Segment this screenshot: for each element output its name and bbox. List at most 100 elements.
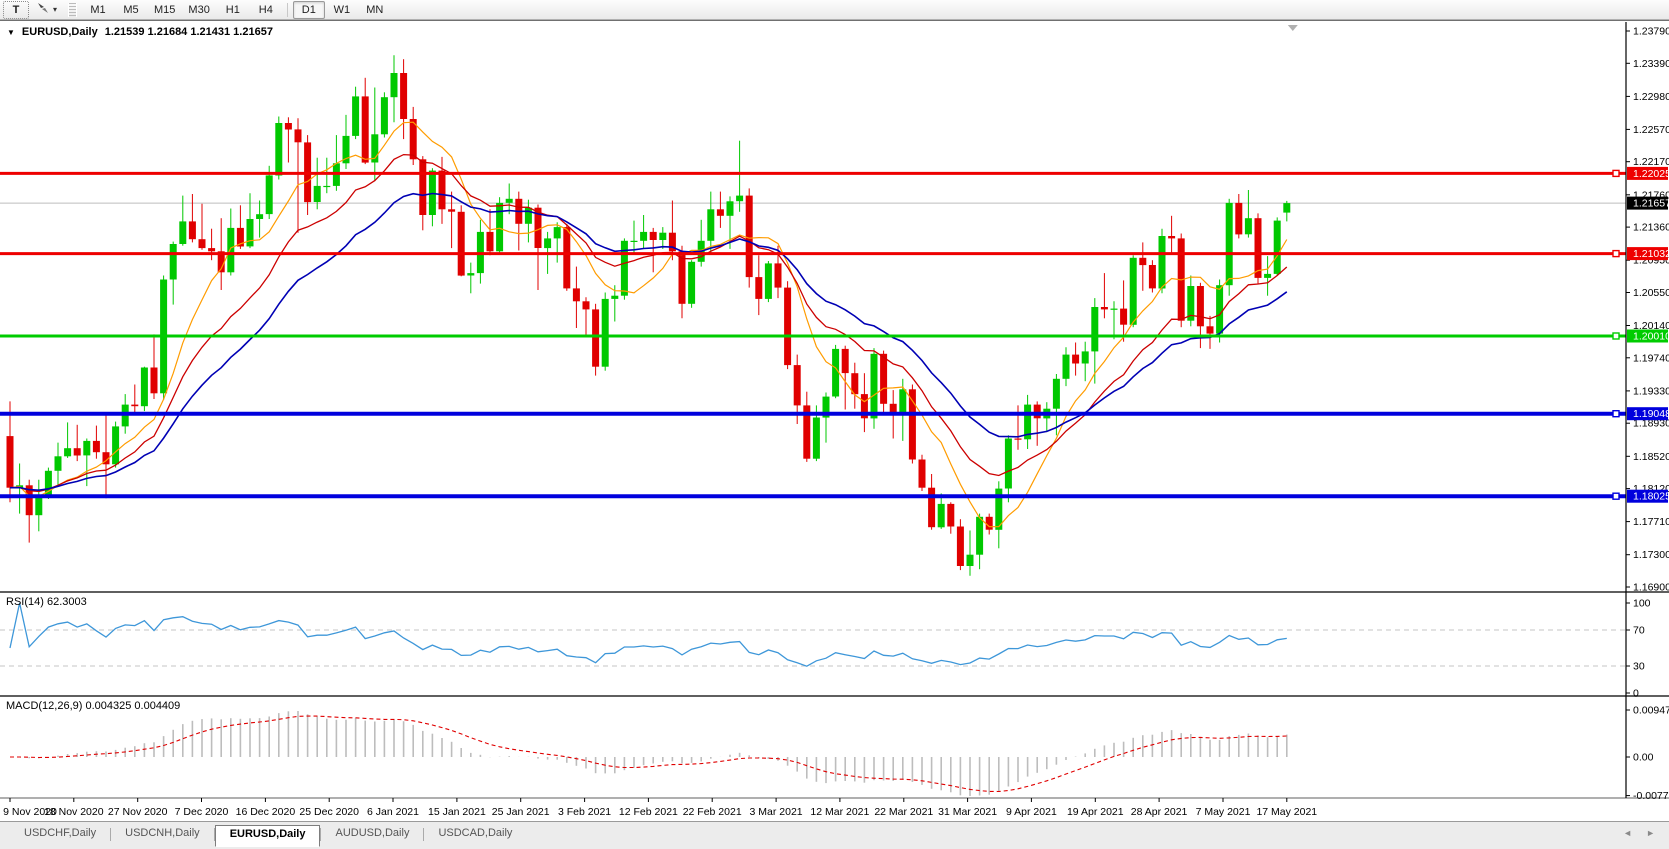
bull-candle <box>707 209 714 241</box>
chart-background <box>0 21 1669 821</box>
bear-candle <box>419 159 426 215</box>
bull-candle <box>1082 351 1089 363</box>
chart-window[interactable]: 1.237901.233901.229801.225701.221701.217… <box>0 20 1669 821</box>
toolbar-separator <box>287 3 288 17</box>
line-drag-handle[interactable] <box>1613 170 1619 176</box>
bear-candle <box>7 436 14 488</box>
toolbar-grip <box>68 3 77 17</box>
text-tool-button[interactable]: T <box>3 1 29 19</box>
line-drag-handle[interactable] <box>1613 251 1619 257</box>
price-tick-label: 1.18520 <box>1633 451 1669 463</box>
timeframe-button-w1[interactable]: W1 <box>326 1 358 19</box>
bear-candle <box>1149 265 1156 288</box>
bull-candle <box>247 219 254 246</box>
bear-candle <box>1235 203 1242 235</box>
bull-candle <box>1053 379 1060 409</box>
bull-candle <box>1216 285 1223 333</box>
tab-usdchf[interactable]: USDCHF,Daily <box>10 825 110 845</box>
bull-candle <box>170 244 177 280</box>
chart-collapse-icon[interactable]: ▼ <box>7 28 15 37</box>
chart-tabs: USDCHF,DailyUSDCNH,DailyEURUSD,DailyAUDU… <box>10 825 526 847</box>
date-tick-label: 28 Apr 2021 <box>1131 806 1188 818</box>
bull-candle <box>83 441 90 456</box>
bear-candle <box>1168 236 1175 238</box>
bear-candle <box>784 288 791 366</box>
bear-candle <box>151 368 158 394</box>
bear-candle <box>1101 307 1108 309</box>
bear-candle <box>458 212 465 276</box>
timeframe-button-m5[interactable]: M5 <box>115 1 147 19</box>
timeframe-button-m30[interactable]: M30 <box>182 1 215 19</box>
line-drag-handle[interactable] <box>1613 493 1619 499</box>
bull-candle <box>813 418 820 459</box>
date-tick-label: 22 Feb 2021 <box>683 806 742 818</box>
date-tick-label: 19 Apr 2021 <box>1067 806 1124 818</box>
macd-scale-label: 0.00 <box>1633 752 1654 764</box>
tab-scroll-left-icon[interactable]: ◄ <box>1623 828 1632 838</box>
bull-candle <box>1130 258 1137 325</box>
bull-candle <box>1111 309 1118 310</box>
line-drag-handle[interactable] <box>1613 333 1619 339</box>
bear-candle <box>487 232 494 251</box>
bull-candle <box>631 241 638 242</box>
tab-usdcad[interactable]: USDCAD,Daily <box>424 825 526 845</box>
rsi-indicator-label: RSI(14) 62.3003 <box>6 596 87 608</box>
dropdown-caret-icon[interactable]: ▾ <box>53 5 57 14</box>
bull-candle <box>1226 203 1233 285</box>
bear-candle <box>208 248 215 251</box>
bear-candle <box>794 365 801 405</box>
date-tick-label: 3 Feb 2021 <box>558 806 611 818</box>
bear-candle <box>746 196 753 278</box>
price-tick-label: 1.17300 <box>1633 549 1669 561</box>
price-tick-label: 1.21360 <box>1633 222 1669 234</box>
bull-candle <box>688 262 695 304</box>
bull-candle <box>976 517 983 555</box>
bull-candle <box>1264 274 1271 278</box>
bear-candle <box>199 239 206 248</box>
rsi-scale-label: 0 <box>1633 688 1639 700</box>
tab-eurusd[interactable]: EURUSD,Daily <box>215 825 321 847</box>
bull-candle <box>611 296 618 299</box>
bear-candle <box>1207 326 1214 333</box>
timeframe-button-m1[interactable]: M1 <box>82 1 114 19</box>
bull-candle <box>640 232 647 241</box>
timeframe-button-m15[interactable]: M15 <box>148 1 181 19</box>
tab-usdcnh[interactable]: USDCNH,Daily <box>111 825 214 845</box>
price-axis-chip-label: 1.19048 <box>1633 408 1669 420</box>
price-tick-label: 1.20550 <box>1633 287 1669 299</box>
tab-scroll-right-icon[interactable]: ► <box>1646 828 1655 838</box>
date-tick-label: 12 Feb 2021 <box>619 806 678 818</box>
bear-candle <box>362 96 369 162</box>
timeframe-button-h4[interactable]: H4 <box>250 1 282 19</box>
price-axis-chip-label: 1.18025 <box>1633 491 1669 503</box>
date-tick-label: 25 Dec 2020 <box>299 806 359 818</box>
bull-candle <box>554 227 561 238</box>
date-tick-label: 9 Apr 2021 <box>1006 806 1057 818</box>
bear-candle <box>1120 309 1127 325</box>
bull-candle <box>871 354 878 419</box>
timeframe-button-d1[interactable]: D1 <box>293 1 325 19</box>
bear-candle <box>93 441 100 452</box>
pane-separator[interactable] <box>0 695 1669 697</box>
bear-candle <box>650 232 657 240</box>
line-drag-handle[interactable] <box>1613 411 1619 417</box>
date-tick-label: 22 Mar 2021 <box>874 806 933 818</box>
pane-separator[interactable] <box>0 591 1669 593</box>
timeframe-button-mn[interactable]: MN <box>359 1 391 19</box>
cursor-tool-button[interactable]: ▾ <box>30 1 63 19</box>
bull-candle <box>352 96 359 135</box>
macd-scale-label: -0.007778 <box>1633 790 1669 802</box>
tab-audusd[interactable]: AUDUSD,Daily <box>321 825 423 845</box>
bear-candle <box>295 129 302 142</box>
bull-candle <box>1063 355 1070 379</box>
bull-candle <box>727 201 734 216</box>
bear-candle <box>74 448 81 455</box>
date-tick-label: 3 Mar 2021 <box>750 806 803 818</box>
price-tick-label: 1.19740 <box>1633 352 1669 364</box>
timeframe-button-h1[interactable]: H1 <box>217 1 249 19</box>
price-tick-label: 1.23790 <box>1633 26 1669 38</box>
bear-candle <box>947 504 954 527</box>
bull-candle <box>1005 439 1012 489</box>
chart-canvas[interactable]: 1.237901.233901.229801.225701.221701.217… <box>0 21 1669 822</box>
bear-candle <box>583 301 590 309</box>
